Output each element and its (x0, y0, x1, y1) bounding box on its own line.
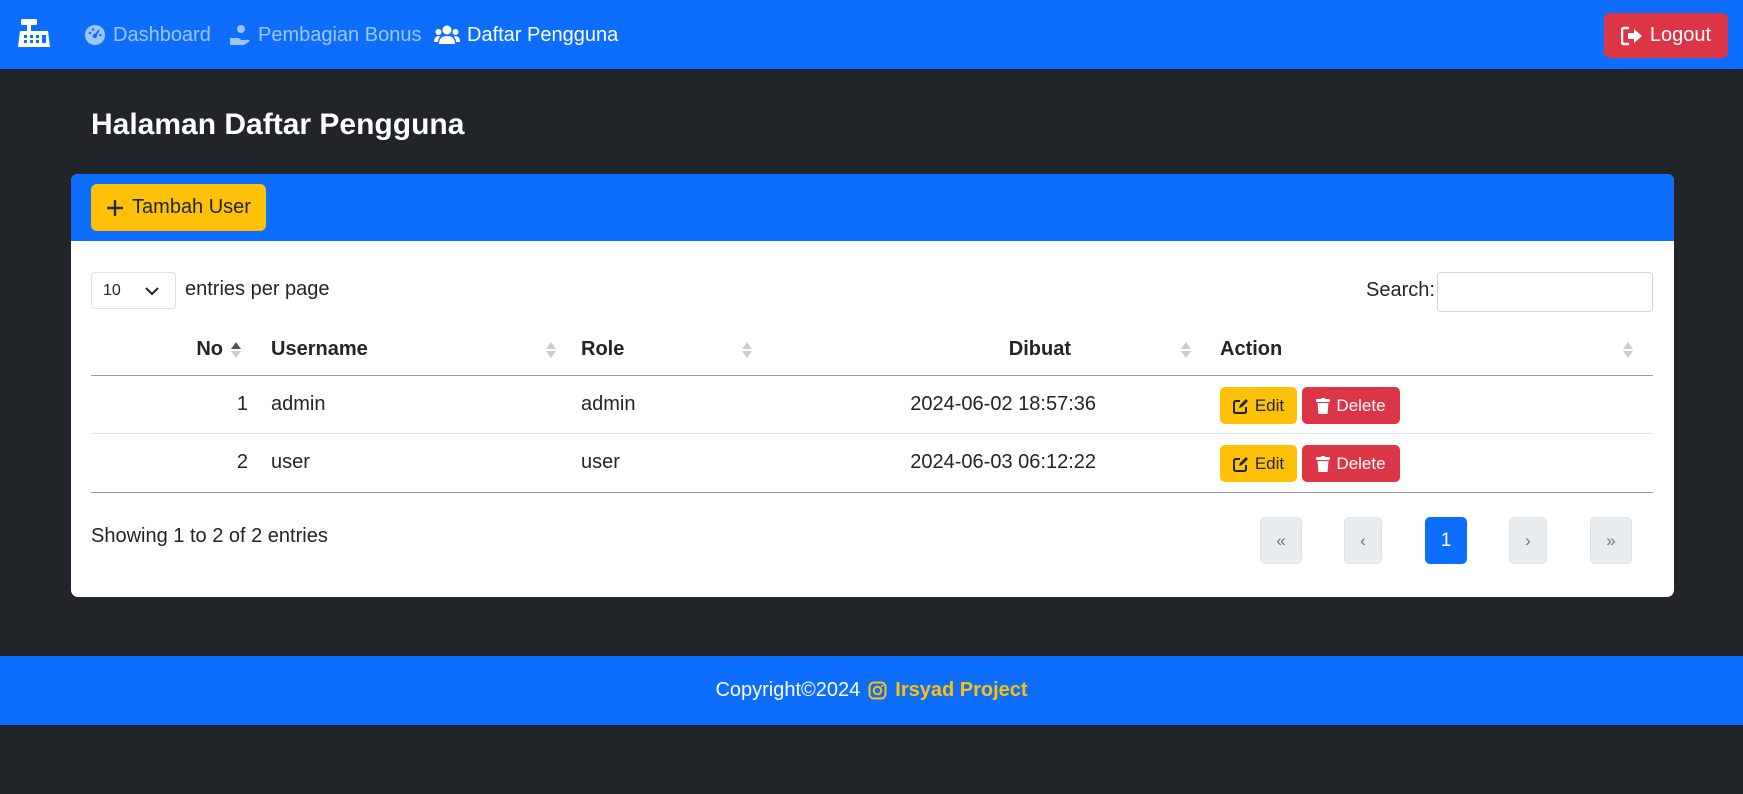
nav-item-pembagian-bonus[interactable]: Pembagian Bonus (229, 22, 421, 48)
top-navbar: Dashboard Pembagian Bonus Daftar Penggun… (0, 0, 1743, 69)
delete-button[interactable]: Delete (1302, 445, 1400, 482)
sort-icon (1623, 342, 1633, 358)
chevron-down-icon (145, 287, 159, 296)
cell-dibuat: 2024-06-02 18:57:36 (910, 392, 1096, 415)
copyright-text: Copyright©2024 (715, 679, 861, 701)
edit-button[interactable]: Edit (1220, 445, 1297, 482)
cash-register-icon[interactable] (17, 17, 51, 51)
nav-label-pembagian-bonus: Pembagian Bonus (258, 23, 422, 46)
footer-brand-link[interactable]: Irsyad Project (895, 679, 1027, 702)
table-header-divider (91, 375, 1653, 376)
per-page-value: 10 (103, 281, 121, 299)
logout-icon (1620, 26, 1642, 45)
pagination-page-1[interactable]: 1 (1425, 517, 1467, 564)
page-footer: Copyright©2024 Irsyad Project (0, 656, 1743, 725)
sort-icon (546, 342, 556, 358)
page-title: Halaman Daftar Pengguna (91, 108, 465, 141)
column-header-username[interactable]: Username (271, 336, 368, 362)
column-header-action[interactable]: Action (1220, 336, 1282, 362)
card-header: Tambah User (71, 174, 1674, 241)
search-label: Search: (1366, 279, 1435, 301)
cell-no: 1 (236, 392, 248, 415)
column-header-no[interactable]: No (171, 336, 223, 362)
nav-label-dashboard: Dashboard (113, 23, 211, 46)
pagination-prev[interactable]: ‹ (1344, 517, 1382, 564)
sort-icon (1181, 342, 1191, 358)
user-list-card: Tambah User 10 entries per page Search: … (71, 174, 1674, 597)
add-user-label: Tambah User (132, 196, 251, 218)
edit-icon (1232, 398, 1248, 414)
cell-no: 2 (236, 450, 248, 473)
edit-button[interactable]: Edit (1220, 387, 1297, 424)
pagination-next[interactable]: › (1509, 517, 1547, 564)
gauge-icon (85, 25, 105, 45)
sort-icon (742, 342, 752, 358)
trash-icon (1316, 397, 1331, 414)
cell-username: admin (271, 392, 326, 415)
per-page-label: entries per page (185, 278, 330, 300)
nav-label-daftar-pengguna: Daftar Pengguna (467, 23, 619, 46)
nav-item-dashboard[interactable]: Dashboard (84, 22, 211, 48)
nav-item-daftar-pengguna[interactable]: Daftar Pengguna (434, 22, 618, 48)
search-input[interactable] (1437, 272, 1653, 312)
edit-icon (1232, 456, 1248, 472)
row-divider (91, 433, 1653, 434)
delete-button[interactable]: Delete (1302, 387, 1400, 424)
pagination-first[interactable]: « (1260, 517, 1302, 564)
instagram-icon[interactable] (868, 681, 887, 700)
pagination-last[interactable]: » (1590, 517, 1632, 564)
column-header-dibuat[interactable]: Dibuat (971, 336, 1071, 362)
add-user-button[interactable]: Tambah User (91, 184, 266, 231)
cell-role: user (581, 450, 620, 473)
plus-icon (107, 199, 124, 216)
entries-per-page-select[interactable]: 10 (91, 272, 176, 309)
cell-dibuat: 2024-06-03 06:12:22 (910, 450, 1096, 473)
entries-info: Showing 1 to 2 of 2 entries (91, 525, 328, 547)
hand-coin-icon (230, 25, 250, 45)
table-bottom-divider (91, 492, 1653, 493)
column-header-role[interactable]: Role (581, 336, 624, 362)
logout-button[interactable]: Logout (1604, 13, 1728, 58)
cell-username: user (271, 450, 310, 473)
sort-asc-icon (231, 342, 241, 358)
cell-role: admin (581, 392, 636, 415)
logout-label: Logout (1649, 24, 1712, 46)
users-icon (434, 25, 460, 44)
trash-icon (1316, 455, 1331, 472)
